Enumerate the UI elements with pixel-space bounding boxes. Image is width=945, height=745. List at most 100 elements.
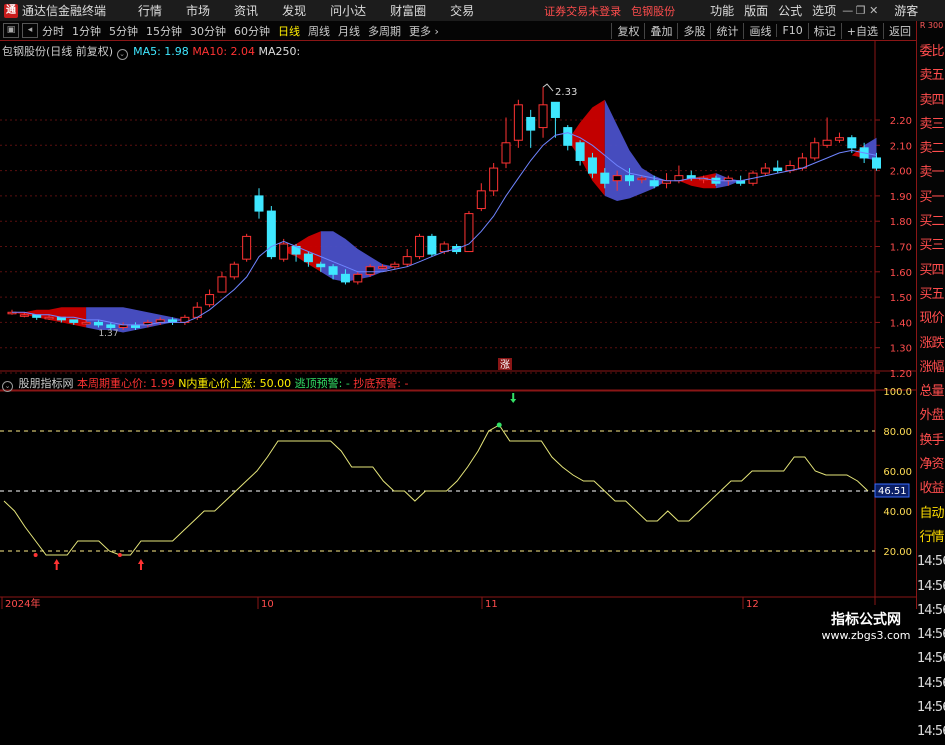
indicator-name[interactable]: 股朋指标网 <box>19 377 74 390</box>
side-item-weibi[interactable]: 委比 <box>917 40 945 64</box>
moving-average-line <box>12 132 877 326</box>
menu-item-formula[interactable]: 公式 <box>773 2 807 19</box>
side-item-buy3[interactable]: 买三 <box>917 234 945 258</box>
candle-body <box>760 167 770 174</box>
candle-body <box>513 104 523 141</box>
indicator-rise: N内重心价上涨: 50.00 <box>178 377 292 390</box>
oscillator-grid <box>0 390 875 552</box>
period-monthly[interactable]: 月线 <box>334 23 364 39</box>
period-30min[interactable]: 30分钟 <box>186 23 230 39</box>
side-corner-label[interactable]: R 300 <box>917 21 945 40</box>
side-item-sell2[interactable]: 卖二 <box>917 137 945 161</box>
period-multi[interactable]: 多周期 <box>364 23 405 39</box>
price-axis: 2.20 2.10 2.00 1.90 1.80 1.70 1.60 1.50 1.40 1.30… <box>875 116 912 380</box>
candle-body <box>106 324 116 328</box>
stats-button[interactable]: 统计 <box>710 22 743 39</box>
side-item-buy2[interactable]: 买二 <box>917 210 945 234</box>
period-toolbar: ▣ ◂ 分时 1分钟 5分钟 15分钟 30分钟 60分钟 日线 周线 月线 多… <box>0 21 916 41</box>
side-item-price[interactable]: 现价 <box>917 307 945 331</box>
price-tick-label: 1.90 <box>890 192 912 203</box>
mark-button[interactable]: 标记 <box>807 22 841 39</box>
side-item-sell1[interactable]: 卖一 <box>917 161 945 185</box>
restore-icon[interactable]: ❐ <box>854 4 867 17</box>
adjust-button[interactable]: 复权 <box>611 22 644 39</box>
side-item-sell4[interactable]: 卖四 <box>917 89 945 113</box>
side-item-sell3[interactable]: 卖三 <box>917 113 945 137</box>
close-icon[interactable]: ✕ <box>867 4 880 17</box>
period-daily[interactable]: 日线 <box>274 23 304 39</box>
menu-item-ask[interactable]: 问小达 <box>318 2 378 19</box>
back-icon[interactable]: ◂ <box>22 23 38 38</box>
candle-body <box>378 266 387 269</box>
tick-time: 14:56 <box>917 700 945 716</box>
price-tick-label: 1.30 <box>890 344 912 355</box>
f10-button[interactable]: F10 <box>776 24 807 37</box>
period-more[interactable]: 更多 › <box>405 23 443 39</box>
period-1min[interactable]: 1分钟 <box>68 23 105 39</box>
watermark: 指标公式网 www.zbgs3.com <box>816 605 916 650</box>
period-5min[interactable]: 5分钟 <box>105 23 142 39</box>
sell-arrow-icon <box>510 393 517 403</box>
period-weekly[interactable]: 周线 <box>304 23 334 39</box>
menu-item-discover[interactable]: 发现 <box>270 2 318 19</box>
side-item-sell5[interactable]: 卖五 <box>917 64 945 88</box>
menu-item-quotes[interactable]: 行情 <box>126 2 174 19</box>
menu-item-market[interactable]: 市场 <box>174 2 222 19</box>
menu-item-layout[interactable]: 版面 <box>739 2 773 19</box>
candle-body <box>279 243 289 260</box>
side-item-buy4[interactable]: 买四 <box>917 259 945 283</box>
ribbon-segment <box>567 99 605 196</box>
menu-item-functions[interactable]: 功能 <box>705 2 739 19</box>
menu-item-options[interactable]: 选项 <box>807 2 841 19</box>
period-60min[interactable]: 60分钟 <box>230 23 274 39</box>
return-button[interactable]: 返回 <box>883 22 916 39</box>
zhang-marker-label: 涨 <box>500 359 510 371</box>
panel-toggle-icon[interactable]: ▣ <box>3 23 19 38</box>
side-item-earnings[interactable]: 收益 <box>917 477 945 501</box>
side-item-turnover[interactable]: 换手 <box>917 429 945 453</box>
side-item-quotes[interactable]: 行情 <box>917 526 945 550</box>
period-intraday[interactable]: 分时 <box>38 23 68 39</box>
indicator-settings-icon[interactable]: ⌄ <box>2 381 13 392</box>
menu-item-news[interactable]: 资讯 <box>222 2 270 19</box>
side-item-change[interactable]: 涨跌 <box>917 332 945 356</box>
settings-icon[interactable]: ⌄ <box>116 49 128 60</box>
side-item-volume[interactable]: 总量 <box>917 380 945 404</box>
quote-side-panel: R 300 委比 卖五 卖四 卖三 卖二 卖一 买一 买二 买三 买四 买五 现… <box>916 21 945 739</box>
side-item-outer[interactable]: 外盘 <box>917 404 945 428</box>
chart-area[interactable]: 2.20 2.10 2.00 1.90 1.80 1.70 1.60 1.50 1.40 1.30… <box>0 41 916 650</box>
ribbon-segment <box>283 231 321 272</box>
tick-time: 14:56 <box>917 724 945 740</box>
side-item-change-pct[interactable]: 涨幅 <box>917 356 945 380</box>
kline-chart-svg[interactable]: 2.20 2.10 2.00 1.90 1.80 1.70 1.60 1.50 1.40 1.30… <box>0 41 916 610</box>
menu-item-wealth[interactable]: 财富圈 <box>378 2 438 19</box>
side-item-auto[interactable]: 自动 <box>917 502 945 526</box>
price-tick-label: 2.20 <box>890 116 912 127</box>
candle-body <box>217 276 227 293</box>
main-legend: 包钢股份(日线 前复权) ⌄ MA5: 1.98 MA10: 2.04 MA25… <box>2 43 300 60</box>
side-item-buy1[interactable]: 买一 <box>917 186 945 210</box>
minimize-icon[interactable]: — <box>841 4 854 17</box>
guest-label[interactable]: 游客 <box>894 2 918 19</box>
candle-body <box>822 139 832 146</box>
overlay-button[interactable]: 叠加 <box>644 22 677 39</box>
time-tick-label: 12 <box>746 599 759 609</box>
menu-bar: 通 通达信金融终端 行情 市场 资讯 发现 问小达 财富圈 交易 证券交易未登录… <box>0 0 945 22</box>
multi-stock-button[interactable]: 多股 <box>677 22 710 39</box>
time-axis: 2024年 10 11 12 <box>1 597 759 610</box>
watermark-title: 指标公式网 <box>831 612 901 628</box>
current-value-tag: 46.51 <box>874 483 910 498</box>
price-tick-label: 2.00 <box>890 167 912 178</box>
side-item-buy5[interactable]: 买五 <box>917 283 945 307</box>
draw-line-button[interactable]: 画线 <box>743 22 776 39</box>
tick-time: 14:56 <box>917 675 945 691</box>
candle-body <box>773 167 783 172</box>
login-warning[interactable]: 证券交易未登录 <box>544 3 621 19</box>
price-tick-label: 1.60 <box>890 268 912 279</box>
current-value: 46.51 <box>878 486 907 497</box>
side-item-net-assets[interactable]: 净资 <box>917 453 945 477</box>
time-tick-label: 10 <box>261 599 274 609</box>
menu-item-trade[interactable]: 交易 <box>438 2 486 19</box>
add-watchlist-button[interactable]: +自选 <box>840 22 883 39</box>
period-15min[interactable]: 15分钟 <box>142 23 186 39</box>
